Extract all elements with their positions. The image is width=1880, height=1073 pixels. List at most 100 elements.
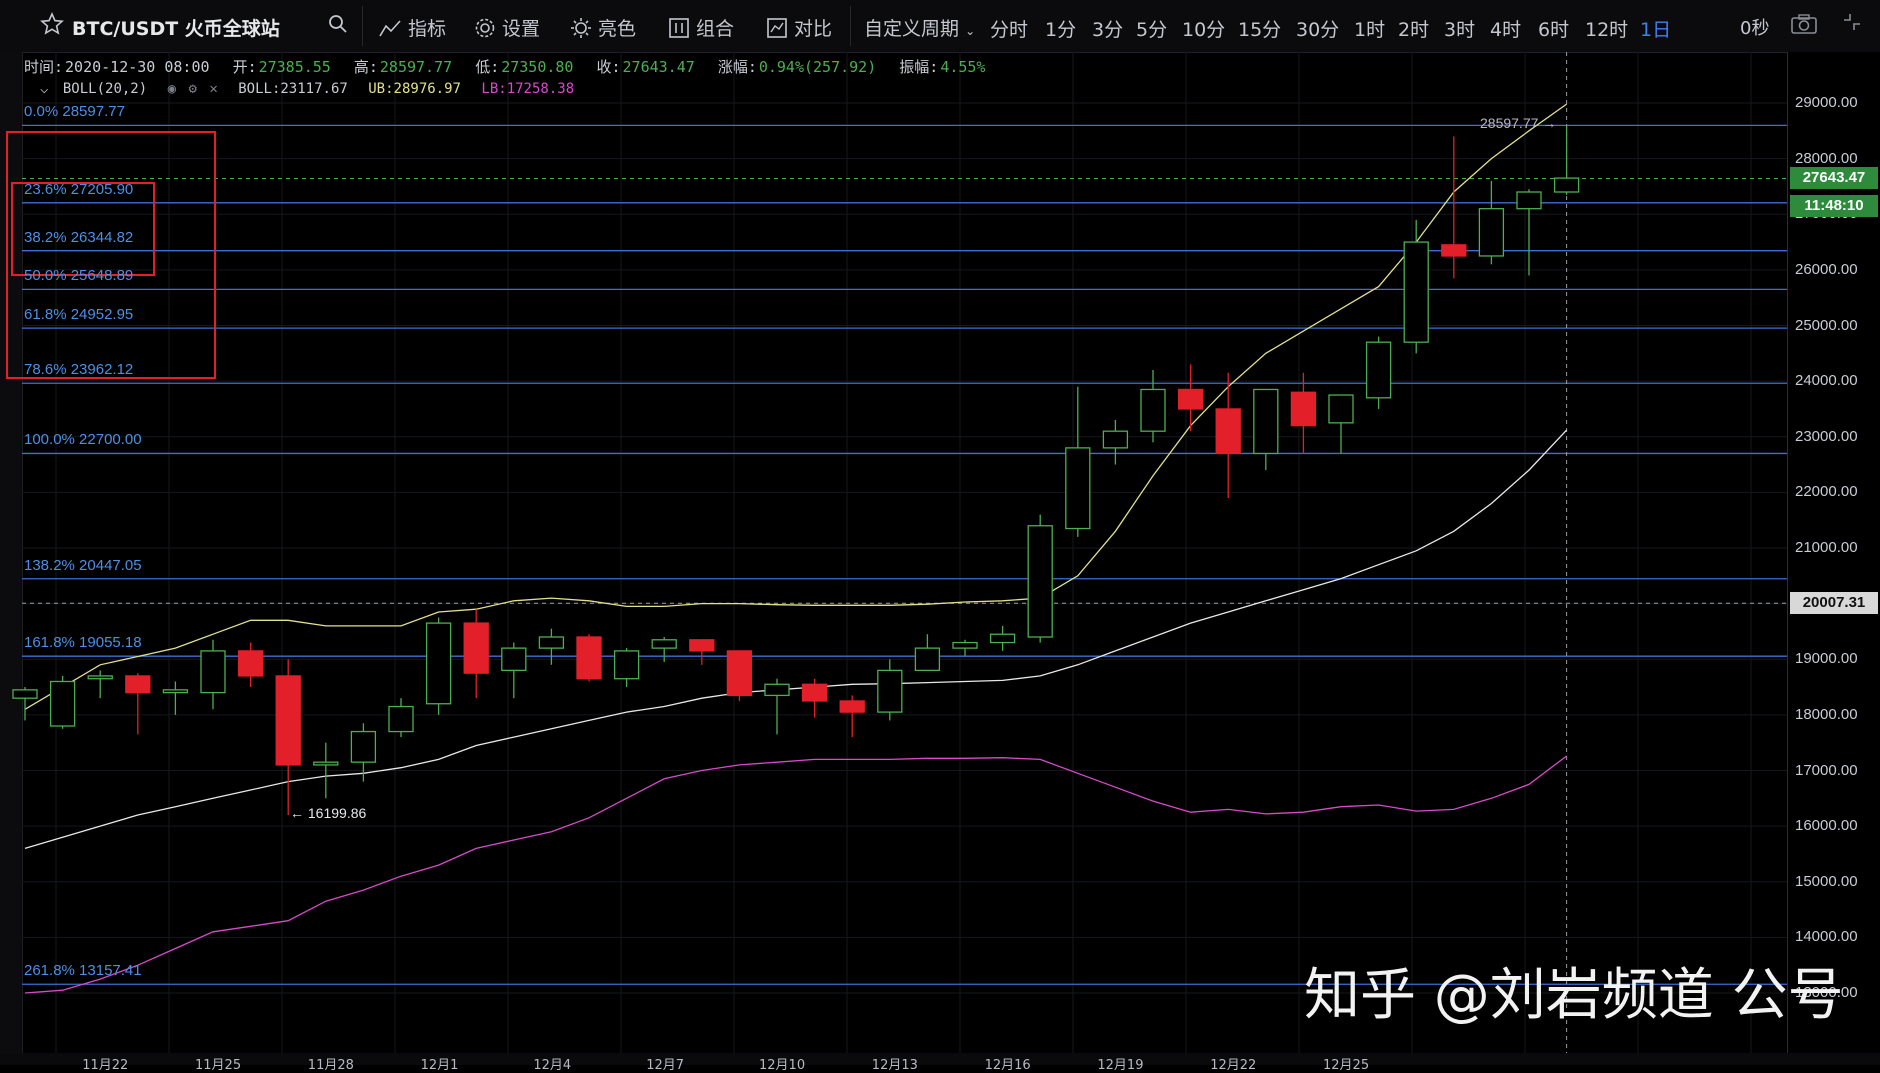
highlight-box-outer: [6, 131, 216, 379]
high-label: 高:: [353, 58, 378, 76]
candle-up: [1027, 525, 1053, 638]
price-tick-label: 24000.00: [1795, 372, 1858, 390]
date-axis[interactable]: [0, 1053, 1880, 1065]
candle-up: [501, 647, 527, 672]
candle-down: [1290, 391, 1317, 427]
candle-down: [463, 622, 489, 674]
candle-up: [1253, 388, 1279, 455]
fib-level-label: 61.8% 24952.95: [24, 306, 134, 324]
toolbar-divider: [850, 6, 851, 46]
candle-up: [651, 639, 677, 649]
boll-settings-icon[interactable]: ⚙: [188, 81, 196, 97]
candle-down: [1215, 408, 1241, 455]
price-tick-label: 21000.00: [1795, 539, 1858, 556]
candle-up: [613, 650, 640, 680]
close-label: 收:: [596, 58, 621, 76]
candle-up: [388, 705, 414, 733]
candle-up: [538, 636, 565, 649]
candle-down: [576, 636, 602, 680]
countdown-tag: 11:48:10: [1790, 195, 1878, 217]
collapse-icon[interactable]: [1840, 10, 1864, 39]
eye-icon[interactable]: ◉: [168, 81, 176, 97]
indicators-button[interactable]: 指标: [378, 14, 446, 41]
date-tick-label: 11月28: [307, 1058, 354, 1073]
change-value: 0.94%(257.92): [758, 58, 877, 76]
fib-level-label: 100.0% 22700.00: [24, 431, 142, 449]
candle-up: [1516, 191, 1542, 210]
search-icon[interactable]: [328, 14, 348, 39]
compare-button[interactable]: 对比: [766, 14, 832, 41]
chevron-down-icon: ⌄: [965, 24, 976, 38]
candle-down: [801, 683, 828, 702]
open-value: 27385.55: [258, 58, 331, 76]
period-tab[interactable]: 3分: [1092, 15, 1123, 42]
time-label: 时间:: [24, 58, 64, 76]
seconds-readout: 0秒: [1740, 18, 1770, 39]
period-tab[interactable]: 10分: [1182, 15, 1225, 42]
date-tick-label: 12月16: [984, 1058, 1031, 1073]
fib-level-label: 50.0% 25648.89: [24, 267, 134, 285]
price-tick-label: 22000.00: [1795, 483, 1858, 501]
close-value: 27643.47: [622, 58, 695, 76]
period-tab[interactable]: 4时: [1490, 15, 1521, 42]
period-tab[interactable]: 1日: [1640, 15, 1671, 42]
crosshair-price-tag: 20007.31: [1790, 592, 1878, 614]
candle-down: [1441, 244, 1467, 257]
candle-up: [87, 675, 113, 680]
boll-lower-value: LB:17258.38: [481, 81, 575, 97]
price-tick-label: 26000.00: [1795, 260, 1858, 278]
toolbar-divider: [362, 6, 363, 46]
compare-label: 对比: [794, 18, 833, 40]
price-tick-label: 28000.00: [1795, 149, 1858, 167]
price-tick-label: 17000.00: [1795, 761, 1858, 779]
candle-down: [125, 675, 151, 694]
date-tick-label: 12月10: [759, 1058, 806, 1073]
candle-up: [313, 761, 339, 766]
period-tab[interactable]: 12时: [1585, 15, 1628, 42]
price-tick-label: 18000.00: [1795, 705, 1858, 723]
period-tab[interactable]: 3时: [1444, 15, 1475, 42]
boll-name[interactable]: BOLL(20,2): [63, 81, 147, 97]
candle-up: [877, 669, 903, 713]
price-tick-label: 14000.00: [1795, 928, 1858, 946]
period-tab[interactable]: 1时: [1354, 15, 1385, 42]
period-tab[interactable]: 1分: [1045, 15, 1076, 42]
candle-up: [1365, 341, 1392, 399]
period-tab[interactable]: 6时: [1538, 15, 1569, 42]
indicators-label: 指标: [408, 18, 447, 40]
fib-level-label: 138.2% 20447.05: [24, 556, 142, 574]
period-tab[interactable]: 30分: [1296, 15, 1339, 42]
date-tick-label: 12月19: [1097, 1058, 1144, 1073]
candle-up: [989, 633, 1016, 644]
settings-button[interactable]: 设置: [474, 14, 540, 41]
fib-level-label: 261.8% 13157.41: [24, 962, 142, 980]
candle-up: [200, 650, 226, 694]
symbol-title[interactable]: BTC/USDT 火币全球站: [72, 14, 280, 41]
date-tick-label: 11月25: [195, 1058, 242, 1073]
period-tab[interactable]: 15分: [1238, 15, 1281, 42]
arrow-right-icon: →: [1542, 115, 1557, 131]
candle-up: [12, 689, 38, 699]
date-tick-label: 12月13: [871, 1058, 918, 1073]
period-tab[interactable]: 分时: [990, 15, 1028, 42]
favorite-star-icon[interactable]: [40, 12, 64, 41]
candle-down: [726, 650, 753, 697]
period-tab[interactable]: 5分: [1136, 15, 1167, 42]
custom-period-dropdown[interactable]: 自定义周期 ⌄: [864, 14, 975, 41]
fib-level-label: 0.0% 28597.77: [24, 103, 125, 121]
candle-up: [1065, 447, 1091, 530]
price-tick-label: 23000.00: [1795, 427, 1858, 445]
watermark: 知乎 @刘岩频道 公号: [1304, 963, 1844, 1028]
gear-icon: [475, 18, 495, 38]
theme-button[interactable]: 亮色: [570, 14, 636, 41]
combine-button[interactable]: 组合: [668, 14, 734, 41]
fib-level-label: 38.2% 26344.82: [24, 228, 134, 246]
period-tab[interactable]: 2时: [1398, 15, 1429, 42]
camera-icon[interactable]: [1790, 13, 1818, 40]
boll-collapse-chevron-icon[interactable]: ⌵: [40, 81, 48, 97]
candlestick-chart[interactable]: [0, 52, 1787, 1057]
high-marker-value: 28597.77: [1480, 115, 1539, 131]
boll-close-icon[interactable]: ✕: [209, 81, 217, 97]
candle-up: [1403, 241, 1429, 343]
fib-level-label: 23.6% 27205.90: [24, 180, 134, 198]
